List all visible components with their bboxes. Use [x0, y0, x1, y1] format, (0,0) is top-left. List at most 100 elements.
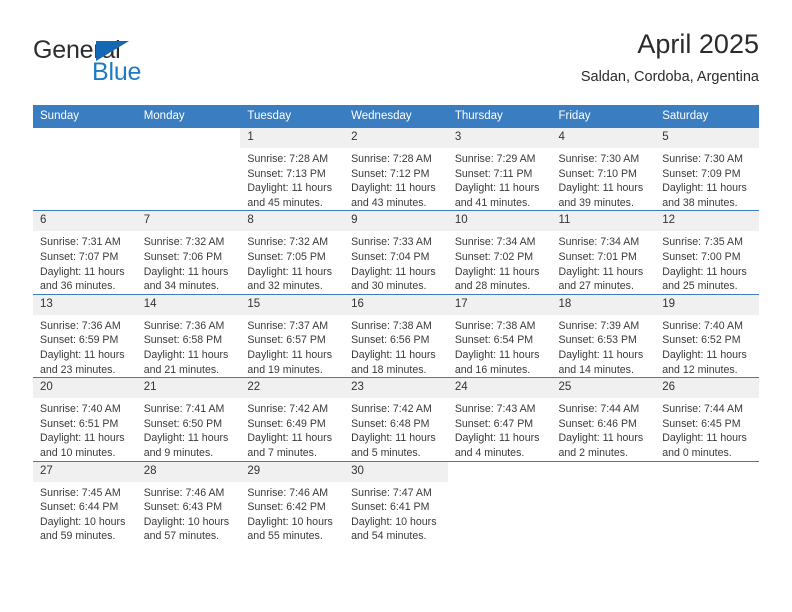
calendar-day-cell[interactable]: 13 Sunrise: 7:36 AM Sunset: 6:59 PM Dayligh…	[33, 293, 137, 378]
calendar-day-cell[interactable]: 17 Sunrise: 7:38 AM Sunset: 6:54 PM Dayligh…	[447, 293, 552, 378]
calendar-day-cell[interactable]: 4 Sunrise: 7:30 AM Sunset: 7:10 PM Daylight…	[551, 126, 656, 211]
daylight-text-line2: and 45 minutes.	[247, 196, 323, 209]
calendar-day-cell[interactable]: 26 Sunrise: 7:44 AM Sunset: 6:45 PM Dayligh…	[655, 377, 759, 461]
weekday-header-saturday: Saturday	[655, 105, 759, 128]
calendar-day-cell[interactable]: 2 Sunrise: 7:28 AM Sunset: 7:12 PM Daylight…	[344, 126, 448, 211]
daylight-text-line2: and 34 minutes.	[143, 280, 220, 293]
day-number: 12	[655, 211, 759, 232]
calendar-day-cell[interactable]: 29 Sunrise: 7:46 AM Sunset: 6:42 PM Dayligh…	[240, 460, 345, 544]
day-number: 3	[447, 128, 552, 148]
sunset-text: Sunset: 6:47 PM	[454, 417, 534, 430]
sunset-text: Sunset: 6:58 PM	[143, 334, 223, 347]
calendar-day-cell[interactable]: 5 Sunrise: 7:30 AM Sunset: 7:09 PM Daylight…	[655, 126, 759, 211]
day-details: Sunrise: 7:32 AM Sunset: 7:05 PM Daylight:…	[240, 231, 344, 293]
sunset-text: Sunset: 7:10 PM	[558, 167, 637, 180]
daylight-text-line2: and 28 minutes.	[454, 280, 531, 293]
calendar-day-cell[interactable]: 27 Sunrise: 7:45 AM Sunset: 6:44 PM Dayligh…	[33, 460, 137, 544]
daylight-text-line1: Daylight: 11 hours	[247, 265, 333, 278]
calendar-day-cell[interactable]: 21 Sunrise: 7:41 AM Sunset: 6:50 PM Dayligh…	[136, 377, 241, 461]
daylight-text-line1: Daylight: 11 hours	[247, 432, 333, 445]
calendar-day-cell[interactable]: 1 Sunrise: 7:28 AM Sunset: 7:13 PM Daylight…	[240, 126, 345, 211]
calendar-cell-empty	[447, 460, 552, 544]
general-blue-logo[interactable]: General Blue	[33, 36, 213, 94]
day-details: Sunrise: 7:44 AM Sunset: 6:46 PM Daylight:…	[552, 398, 656, 460]
calendar-day-cell[interactable]: 25 Sunrise: 7:44 AM Sunset: 6:46 PM Dayligh…	[551, 377, 656, 461]
day-details: Sunrise: 7:40 AM Sunset: 6:51 PM Daylight:…	[33, 398, 137, 460]
calendar-day-cell[interactable]: 18 Sunrise: 7:39 AM Sunset: 6:53 PM Dayligh…	[551, 293, 656, 378]
day-details: Sunrise: 7:46 AM Sunset: 6:43 PM Daylight:…	[137, 482, 241, 544]
calendar-week-row: 1 Sunrise: 7:28 AM Sunset: 7:13 PM Daylight…	[33, 126, 759, 211]
daylight-text-line2: and 7 minutes.	[247, 446, 317, 459]
calendar-day-cell[interactable]: 6 Sunrise: 7:31 AM Sunset: 7:07 PM Daylight…	[33, 210, 137, 295]
sunrise-text: Sunrise: 7:32 AM	[247, 236, 329, 249]
calendar-day-cell[interactable]: 30 Sunrise: 7:47 AM Sunset: 6:41 PM Dayligh…	[344, 460, 448, 544]
day-number: 23	[344, 378, 448, 399]
calendar-day-cell[interactable]: 15 Sunrise: 7:37 AM Sunset: 6:57 PM Dayligh…	[240, 293, 345, 378]
sunset-text: Sunset: 7:09 PM	[662, 167, 741, 180]
sunrise-text: Sunrise: 7:36 AM	[143, 319, 225, 332]
day-details: Sunrise: 7:42 AM Sunset: 6:48 PM Daylight:…	[344, 398, 448, 460]
daylight-text-line2: and 5 minutes.	[351, 446, 421, 459]
sunset-text: Sunset: 7:11 PM	[454, 167, 533, 180]
day-details: Sunrise: 7:30 AM Sunset: 7:09 PM Daylight:…	[655, 148, 759, 210]
day-details: Sunrise: 7:40 AM Sunset: 6:52 PM Daylight:…	[655, 315, 759, 377]
day-details: Sunrise: 7:45 AM Sunset: 6:44 PM Daylight:…	[33, 482, 137, 544]
day-details: Sunrise: 7:44 AM Sunset: 6:45 PM Daylight:…	[655, 398, 759, 460]
calendar-day-cell[interactable]: 10 Sunrise: 7:34 AM Sunset: 7:02 PM Dayligh…	[447, 210, 552, 295]
calendar-day-cell[interactable]: 14 Sunrise: 7:36 AM Sunset: 6:58 PM Dayligh…	[136, 293, 241, 378]
daylight-text-line1: Daylight: 11 hours	[558, 432, 644, 445]
calendar-day-cell[interactable]: 20 Sunrise: 7:40 AM Sunset: 6:51 PM Dayligh…	[33, 377, 137, 461]
day-details: Sunrise: 7:31 AM Sunset: 7:07 PM Daylight:…	[33, 231, 137, 293]
daylight-text-line1: Daylight: 11 hours	[454, 432, 540, 445]
day-number: 10	[447, 211, 552, 232]
daylight-text-line1: Daylight: 11 hours	[40, 348, 125, 361]
calendar-day-cell[interactable]: 3 Sunrise: 7:29 AM Sunset: 7:11 PM Daylight…	[447, 126, 552, 211]
daylight-text-line2: and 2 minutes.	[558, 446, 629, 459]
sunrise-text: Sunrise: 7:40 AM	[40, 403, 121, 416]
daylight-text-line2: and 39 minutes.	[558, 196, 634, 209]
calendar-day-cell[interactable]: 7 Sunrise: 7:32 AM Sunset: 7:06 PM Daylight…	[136, 210, 241, 295]
daylight-text-line1: Daylight: 11 hours	[351, 432, 436, 445]
daylight-text-line1: Daylight: 10 hours	[40, 515, 126, 528]
daylight-text-line2: and 59 minutes.	[40, 530, 116, 543]
sunrise-text: Sunrise: 7:37 AM	[247, 319, 329, 332]
day-number	[551, 461, 656, 469]
sunset-text: Sunset: 7:00 PM	[662, 250, 741, 263]
daylight-text-line1: Daylight: 11 hours	[558, 348, 644, 361]
calendar-day-cell[interactable]: 19 Sunrise: 7:40 AM Sunset: 6:52 PM Dayligh…	[655, 293, 759, 378]
calendar-day-cell[interactable]: 24 Sunrise: 7:43 AM Sunset: 6:47 PM Dayligh…	[447, 377, 552, 461]
day-number: 29	[240, 461, 345, 482]
sunrise-text: Sunrise: 7:42 AM	[351, 403, 432, 416]
weekday-header-friday: Friday	[551, 105, 656, 128]
daylight-text-line2: and 14 minutes.	[558, 363, 634, 376]
day-details: Sunrise: 7:36 AM Sunset: 6:59 PM Daylight:…	[33, 315, 137, 377]
daylight-text-line1: Daylight: 11 hours	[143, 265, 229, 278]
calendar-day-cell[interactable]: 23 Sunrise: 7:42 AM Sunset: 6:48 PM Dayligh…	[344, 377, 448, 461]
weekday-header-monday: Monday	[136, 105, 241, 128]
daylight-text-line1: Daylight: 11 hours	[351, 348, 436, 361]
day-number: 8	[240, 211, 345, 232]
calendar-day-cell[interactable]: 11 Sunrise: 7:34 AM Sunset: 7:01 PM Dayligh…	[551, 210, 656, 295]
daylight-text-line2: and 55 minutes.	[247, 530, 323, 543]
calendar-day-cell[interactable]: 22 Sunrise: 7:42 AM Sunset: 6:49 PM Dayligh…	[240, 377, 345, 461]
calendar-day-cell[interactable]: 9 Sunrise: 7:33 AM Sunset: 7:04 PM Daylight…	[344, 210, 448, 295]
calendar-day-cell[interactable]: 28 Sunrise: 7:46 AM Sunset: 6:43 PM Dayligh…	[136, 460, 241, 544]
sunset-text: Sunset: 7:02 PM	[454, 250, 534, 263]
sunrise-text: Sunrise: 7:34 AM	[558, 236, 640, 249]
calendar-day-cell[interactable]: 12 Sunrise: 7:35 AM Sunset: 7:00 PM Dayligh…	[655, 210, 759, 295]
calendar-cell-empty	[551, 460, 656, 544]
sunset-text: Sunset: 6:41 PM	[351, 501, 430, 514]
sunrise-text: Sunrise: 7:38 AM	[351, 319, 432, 332]
day-details: Sunrise: 7:34 AM Sunset: 7:01 PM Daylight:…	[552, 231, 656, 293]
sunset-text: Sunset: 6:49 PM	[247, 417, 326, 430]
calendar-cell-empty	[136, 126, 241, 211]
page-subtitle-location: Saldan, Cordoba, Argentina	[580, 69, 759, 85]
daylight-text-line2: and 38 minutes.	[662, 196, 738, 209]
daylight-text-line1: Daylight: 11 hours	[454, 348, 540, 361]
sunrise-text: Sunrise: 7:31 AM	[40, 236, 121, 249]
calendar-table: Sunday Monday Tuesday Wednesday Thursday Frid…	[33, 105, 759, 544]
calendar-day-cell[interactable]: 16 Sunrise: 7:38 AM Sunset: 6:56 PM Dayligh…	[344, 293, 448, 378]
calendar-day-cell[interactable]: 8 Sunrise: 7:32 AM Sunset: 7:05 PM Daylight…	[240, 210, 345, 295]
sunrise-text: Sunrise: 7:41 AM	[143, 403, 225, 416]
day-number: 17	[447, 294, 552, 315]
